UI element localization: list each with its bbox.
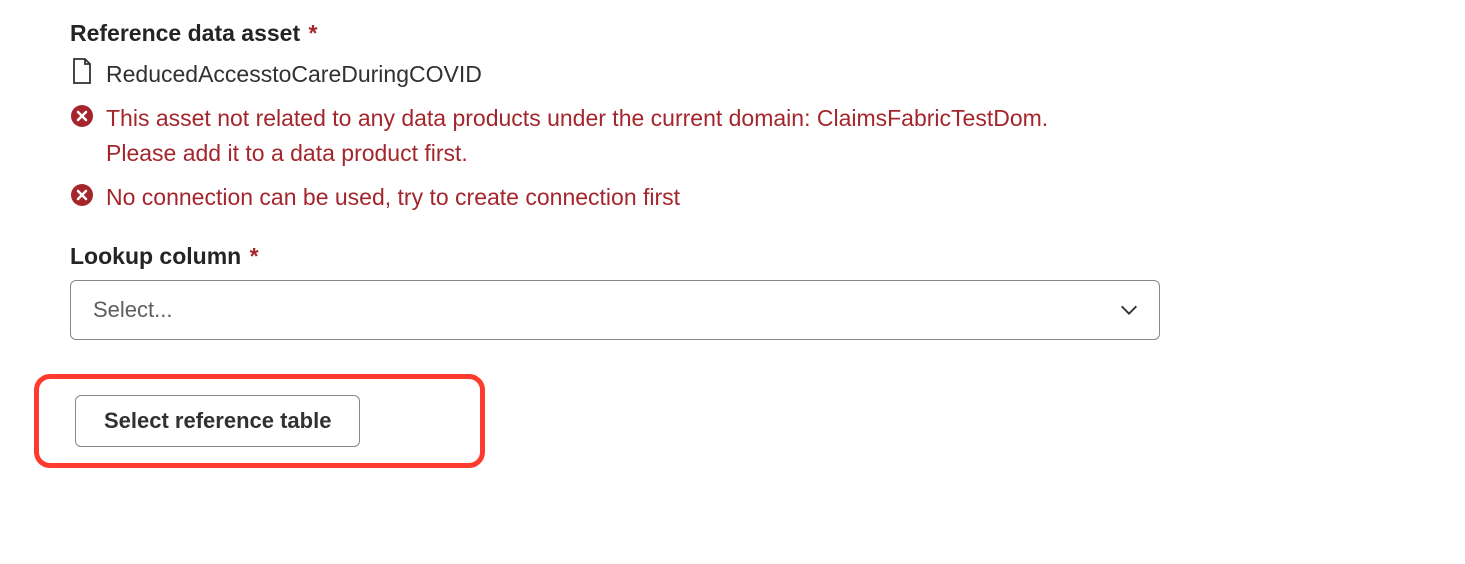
asset-name: ReducedAccesstoCareDuringCOVID [106, 61, 482, 88]
reference-data-asset-label: Reference data asset * [70, 20, 1395, 47]
select-reference-table-button[interactable]: Select reference table [75, 395, 360, 447]
error-row-1: This asset not related to any data produ… [70, 101, 1395, 170]
lookup-column-label-text: Lookup column [70, 243, 241, 269]
error-text-2: No connection can be used, try to create… [106, 180, 680, 215]
lookup-column-group: Lookup column * Select... [70, 243, 1395, 340]
lookup-column-select-wrap: Select... [70, 280, 1160, 340]
error-row-2: No connection can be used, try to create… [70, 180, 1395, 215]
reference-data-asset-label-text: Reference data asset [70, 20, 300, 46]
asset-row: ReducedAccesstoCareDuringCOVID [70, 57, 1395, 91]
file-icon [70, 57, 94, 91]
error-icon [70, 101, 94, 134]
highlight-annotation: Select reference table [34, 374, 485, 468]
reference-data-asset-group: Reference data asset * ReducedAccesstoCa… [70, 20, 1395, 215]
lookup-column-label: Lookup column * [70, 243, 1395, 270]
lookup-column-select[interactable]: Select... [70, 280, 1160, 340]
error-text-1: This asset not related to any data produ… [106, 101, 1106, 170]
required-asterisk: * [309, 20, 318, 46]
required-asterisk: * [250, 243, 259, 269]
error-icon [70, 180, 94, 213]
lookup-column-placeholder: Select... [93, 297, 172, 323]
